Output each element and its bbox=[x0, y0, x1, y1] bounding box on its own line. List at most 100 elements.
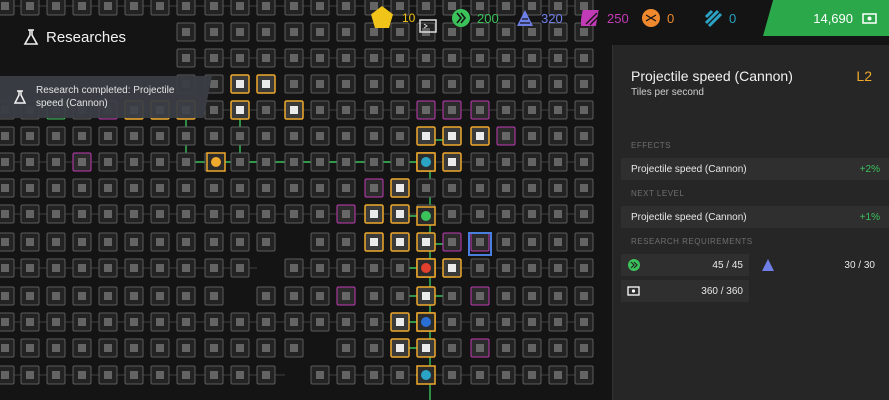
research-node-icon bbox=[236, 238, 244, 246]
research-node-icon bbox=[502, 158, 510, 166]
effect-row: Projectile speed (Cannon) +2% bbox=[621, 158, 889, 180]
research-node-icon bbox=[78, 371, 86, 379]
research-node-icon bbox=[156, 318, 164, 326]
research-hub-icon bbox=[421, 263, 431, 273]
research-node-icon bbox=[26, 210, 34, 218]
research-node-icon bbox=[290, 80, 298, 88]
research-node-icon bbox=[554, 344, 562, 352]
research-node-icon bbox=[104, 344, 112, 352]
research-node-icon bbox=[236, 210, 244, 218]
research-details-panel: Projectile speed (Cannon) L2 Tiles per s… bbox=[612, 45, 889, 400]
research-node-icon bbox=[290, 2, 298, 10]
research-node-icon bbox=[396, 106, 404, 114]
orange-resource-icon bbox=[642, 9, 660, 27]
research-node-icon bbox=[476, 210, 484, 218]
research-hub-icon bbox=[421, 317, 431, 327]
research-node-icon bbox=[396, 158, 404, 166]
research-node-icon bbox=[182, 371, 190, 379]
research-node-icon bbox=[262, 80, 270, 88]
research-node-icon bbox=[52, 292, 60, 300]
terminal-icon[interactable] bbox=[418, 16, 438, 36]
research-node-icon bbox=[370, 184, 378, 192]
research-node-icon bbox=[104, 264, 112, 272]
research-hub-icon bbox=[211, 157, 221, 167]
research-node-icon bbox=[448, 132, 456, 140]
research-node-icon bbox=[580, 318, 588, 326]
research-node-icon bbox=[290, 210, 298, 218]
research-node-icon bbox=[448, 264, 456, 272]
research-node-icon bbox=[502, 210, 510, 218]
research-node-icon bbox=[422, 184, 430, 192]
research-node-icon bbox=[130, 132, 138, 140]
research-node-icon bbox=[370, 54, 378, 62]
requirements-heading: RESEARCH REQUIREMENTS bbox=[631, 237, 753, 246]
research-node-icon bbox=[210, 292, 218, 300]
research-node-icon bbox=[52, 210, 60, 218]
research-node-icon bbox=[396, 184, 404, 192]
research-node-icon bbox=[156, 371, 164, 379]
research-node-icon bbox=[554, 238, 562, 246]
research-node-icon bbox=[236, 2, 244, 10]
requirement-blue: 30 / 30 bbox=[755, 254, 881, 276]
research-node-icon bbox=[316, 54, 324, 62]
research-node-icon bbox=[502, 106, 510, 114]
blue-resource-icon bbox=[517, 10, 533, 26]
research-node-icon bbox=[580, 132, 588, 140]
orange-resource: 0 bbox=[641, 8, 674, 28]
research-node-icon bbox=[130, 371, 138, 379]
research-node-icon bbox=[182, 264, 190, 272]
research-node-icon bbox=[156, 2, 164, 10]
research-node-icon bbox=[342, 344, 350, 352]
research-node-icon bbox=[476, 344, 484, 352]
research-node-icon bbox=[316, 2, 324, 10]
research-node-icon bbox=[236, 318, 244, 326]
research-node-icon bbox=[476, 318, 484, 326]
research-hub-icon bbox=[421, 370, 431, 380]
research-node-icon bbox=[370, 264, 378, 272]
research-node-icon bbox=[52, 158, 60, 166]
research-node-icon bbox=[342, 106, 350, 114]
research-node-icon bbox=[476, 106, 484, 114]
research-node-icon bbox=[78, 2, 86, 10]
research-completed-toast[interactable]: Research completed: Projectile speed (Ca… bbox=[0, 76, 212, 118]
research-node-icon bbox=[210, 344, 218, 352]
research-node-icon bbox=[342, 28, 350, 36]
research-node-icon bbox=[422, 54, 430, 62]
research-node-icon bbox=[580, 344, 588, 352]
requirement-green: 45 / 45 bbox=[621, 254, 749, 276]
research-node-icon bbox=[370, 80, 378, 88]
research-node-icon bbox=[1, 238, 9, 246]
research-node-icon bbox=[316, 28, 324, 36]
research-node-icon bbox=[554, 54, 562, 62]
research-node-icon bbox=[104, 132, 112, 140]
purple-resource: 250 bbox=[581, 8, 629, 28]
research-node-icon bbox=[502, 184, 510, 192]
page-title-text: Researches bbox=[46, 28, 127, 46]
research-node-icon bbox=[528, 106, 536, 114]
research-node-icon bbox=[78, 344, 86, 352]
research-node-icon bbox=[448, 371, 456, 379]
research-node-icon bbox=[528, 292, 536, 300]
research-node-icon bbox=[448, 318, 456, 326]
research-node-icon bbox=[262, 318, 270, 326]
research-level: L2 bbox=[856, 68, 872, 84]
research-node-icon bbox=[1, 318, 9, 326]
effects-heading: EFFECTS bbox=[631, 141, 671, 150]
research-node-icon bbox=[104, 292, 112, 300]
research-node-icon bbox=[396, 80, 404, 88]
research-node-icon bbox=[262, 184, 270, 192]
money-display: 14,690 bbox=[763, 0, 889, 36]
flask-icon bbox=[13, 90, 27, 104]
research-node-icon bbox=[210, 106, 218, 114]
research-node-icon bbox=[26, 318, 34, 326]
research-node-icon bbox=[156, 158, 164, 166]
research-node-icon bbox=[528, 80, 536, 88]
research-node-icon bbox=[342, 158, 350, 166]
research-node-icon bbox=[78, 238, 86, 246]
research-node-icon bbox=[316, 158, 324, 166]
research-node-icon bbox=[1, 132, 9, 140]
research-node-icon bbox=[476, 80, 484, 88]
green-resource-icon bbox=[628, 259, 640, 271]
research-node-icon bbox=[52, 132, 60, 140]
research-node-icon bbox=[448, 344, 456, 352]
